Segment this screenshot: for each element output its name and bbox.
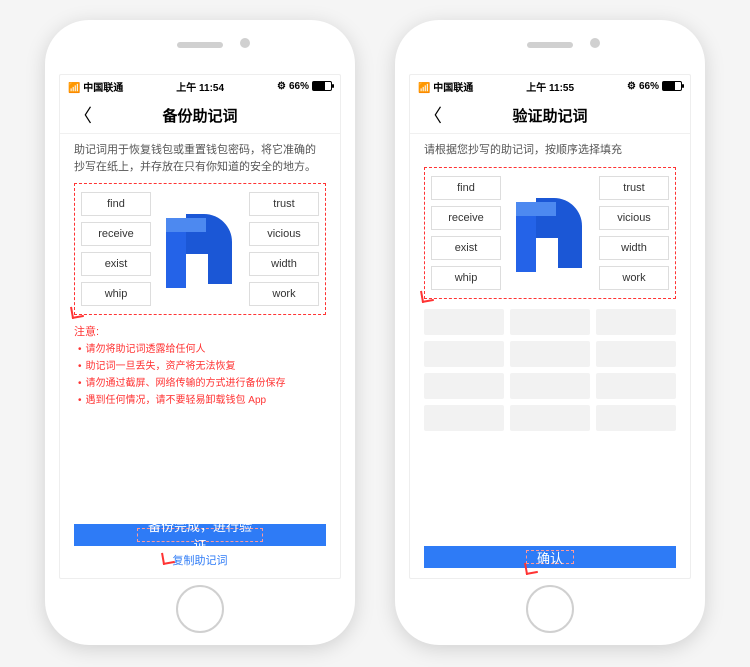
answer-slot[interactable] <box>596 373 676 399</box>
home-button[interactable] <box>176 585 224 633</box>
clock-label: 上午 11:54 <box>176 79 224 94</box>
battery-icon <box>312 81 332 91</box>
carrier-label: 📶 中国联通 <box>418 79 473 94</box>
clock-label: 上午 11:55 <box>526 79 574 94</box>
word-col-left: find receive exist whip <box>81 192 151 306</box>
battery-label: 66% <box>289 81 309 92</box>
mnemonic-word[interactable]: find <box>431 176 501 200</box>
nav-bar: 〈 验证助记词 <box>410 97 690 134</box>
answer-slot[interactable] <box>424 341 504 367</box>
answer-slot[interactable] <box>510 309 590 335</box>
answer-slot[interactable] <box>424 405 504 431</box>
word-col-left: find receive exist whip <box>431 176 501 290</box>
answer-slot[interactable] <box>510 373 590 399</box>
app-logo-icon <box>164 210 236 288</box>
instruction-text: 助记词用于恢复钱包或重置钱包密码，将它准确的抄写在纸上，并存放在只有你知道的安全… <box>74 142 326 175</box>
mnemonic-word[interactable]: vicious <box>599 206 669 230</box>
battery-icon <box>662 81 682 91</box>
mnemonic-panel: find receive exist whip trust vicious wi… <box>424 167 676 299</box>
status-bar: 📶 中国联通 上午 11:54 ⚙66% <box>60 75 340 97</box>
confirm-button[interactable]: 确认 <box>424 546 676 568</box>
nav-bar: 〈 备份助记词 <box>60 97 340 134</box>
answer-slot[interactable] <box>596 405 676 431</box>
answer-slot[interactable] <box>510 341 590 367</box>
warning-title: 注意: <box>74 323 326 339</box>
warning-item: 请勿将助记词透露给任何人 <box>78 341 326 358</box>
mnemonic-word: trust <box>249 192 319 216</box>
home-button[interactable] <box>526 585 574 633</box>
mnemonic-word[interactable]: trust <box>599 176 669 200</box>
mnemonic-word: find <box>81 192 151 216</box>
device-left: 📶 中国联通 上午 11:54 ⚙66% 〈 备份助记词 助记词用于恢复钱包或重… <box>45 20 355 645</box>
page-title: 验证助记词 <box>410 105 690 126</box>
battery-label: 66% <box>639 81 659 92</box>
backup-done-button[interactable]: 备份完成，进行验证 <box>74 524 326 546</box>
mnemonic-word: vicious <box>249 222 319 246</box>
carrier-label: 📶 中国联通 <box>68 79 123 94</box>
page-title: 备份助记词 <box>60 105 340 126</box>
mnemonic-word[interactable]: receive <box>431 206 501 230</box>
screen: 📶 中国联通 上午 11:54 ⚙66% 〈 备份助记词 助记词用于恢复钱包或重… <box>59 74 341 579</box>
answer-slot[interactable] <box>424 309 504 335</box>
mnemonic-word: width <box>249 252 319 276</box>
warning-item: 助记词一旦丢失，资产将无法恢复 <box>78 358 326 375</box>
back-icon[interactable]: 〈 <box>66 98 100 132</box>
back-icon[interactable]: 〈 <box>416 98 450 132</box>
instruction-text: 请根据您抄写的助记词，按顺序选择填充 <box>424 142 676 159</box>
mnemonic-word[interactable]: work <box>599 266 669 290</box>
answer-slots <box>424 309 676 431</box>
mnemonic-word: receive <box>81 222 151 246</box>
copy-mnemonic-link[interactable]: 复制助记词 <box>74 552 326 568</box>
word-col-right: trust vicious width work <box>249 192 319 306</box>
warning-item: 遇到任何情况，请不要轻易卸载钱包 App <box>78 392 326 409</box>
mnemonic-word[interactable]: width <box>599 236 669 260</box>
answer-slot[interactable] <box>596 341 676 367</box>
mnemonic-word: work <box>249 282 319 306</box>
answer-slot[interactable] <box>424 373 504 399</box>
mnemonic-panel: find receive exist whip trust vicious wi… <box>74 183 326 315</box>
mnemonic-word: exist <box>81 252 151 276</box>
answer-slot[interactable] <box>510 405 590 431</box>
warning-list: 请勿将助记词透露给任何人 助记词一旦丢失，资产将无法恢复 请勿通过截屏、网络传输… <box>74 341 326 409</box>
app-logo-icon <box>514 194 586 272</box>
status-bar: 📶 中国联通 上午 11:55 ⚙66% <box>410 75 690 97</box>
answer-slot[interactable] <box>596 309 676 335</box>
word-col-right: trust vicious width work <box>599 176 669 290</box>
mnemonic-word[interactable]: whip <box>431 266 501 290</box>
device-right: 📶 中国联通 上午 11:55 ⚙66% 〈 验证助记词 请根据您抄写的助记词，… <box>395 20 705 645</box>
mnemonic-word[interactable]: exist <box>431 236 501 260</box>
warning-item: 请勿通过截屏、网络传输的方式进行备份保存 <box>78 375 326 392</box>
screen: 📶 中国联通 上午 11:55 ⚙66% 〈 验证助记词 请根据您抄写的助记词，… <box>409 74 691 579</box>
mnemonic-word: whip <box>81 282 151 306</box>
